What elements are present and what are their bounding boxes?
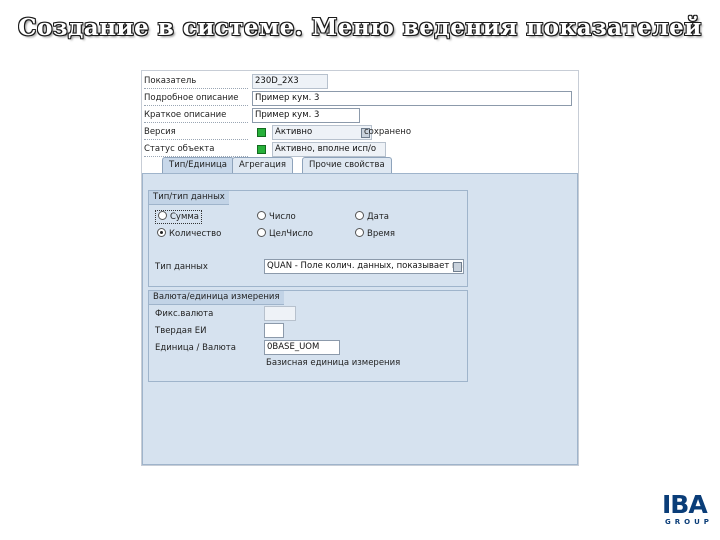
long-description-field[interactable]: Пример кум. 3 <box>252 91 572 106</box>
object-status-field[interactable]: Активно, вполне исп/о <box>272 142 386 157</box>
radio-integer[interactable]: ЦелЧисло <box>257 228 313 240</box>
radio-number[interactable]: Число <box>257 211 296 223</box>
unit-currency-description: Базисная единица измерения <box>266 358 401 368</box>
fixed-unit-field[interactable] <box>264 323 284 338</box>
indicator-label: Показатель <box>144 74 248 89</box>
tab-content-panel: Тип/тип данных Сумма Число Дата Количест… <box>142 173 578 465</box>
group-data-type: Тип/тип данных Сумма Число Дата Количест… <box>148 190 468 287</box>
row-object-status: Статус объекта Активно, вполне исп/о <box>142 141 578 157</box>
fixed-currency-label: Фикс.валюта <box>155 309 214 319</box>
version-label: Версия <box>144 125 248 140</box>
row-version: Версия Активно сохранено <box>142 124 578 140</box>
group-currency-unit: Валюта/единица измерения Фикс.валюта Тве… <box>148 290 468 382</box>
logo-text-small: GROUP <box>665 518 713 526</box>
unit-currency-field[interactable]: 0BASE_UOM <box>264 340 340 355</box>
group-data-type-title: Тип/тип данных <box>149 191 229 205</box>
short-description-field[interactable]: Пример кум. 3 <box>252 108 360 123</box>
iba-group-logo: IBA GROUP <box>662 492 714 532</box>
radio-date-label: Дата <box>367 212 390 222</box>
long-description-label: Подробное описание <box>144 91 248 106</box>
data-type-label: Тип данных <box>155 262 208 272</box>
radio-integer-circle <box>257 228 266 237</box>
radio-time-circle <box>355 228 364 237</box>
tab-type-unit[interactable]: Тип/Единица <box>162 157 234 173</box>
radio-number-label: Число <box>269 212 296 222</box>
radio-quantity-label: Количество <box>169 229 222 239</box>
object-status-label: Статус объекта <box>144 142 248 157</box>
fixed-unit-label: Твердая ЕИ <box>155 326 207 336</box>
data-type-dropdown-icon[interactable] <box>453 262 462 272</box>
group-currency-unit-title: Валюта/единица измерения <box>149 291 284 305</box>
row-indicator: Показатель 230D_2X3 <box>142 73 578 89</box>
radio-date-circle <box>355 211 364 220</box>
version-value: Активно <box>275 127 313 137</box>
radio-amount[interactable]: Сумма <box>155 210 202 224</box>
logo-text-big: IBA <box>662 490 708 519</box>
data-type-value: QUAN - Поле колич. данных, показывает на <box>267 261 463 271</box>
radio-number-circle <box>257 211 266 220</box>
object-status-icon <box>257 145 266 154</box>
indicator-field[interactable]: 230D_2X3 <box>252 74 328 89</box>
radio-quantity[interactable]: Количество <box>157 228 221 240</box>
radio-amount-label: Сумма <box>170 212 199 222</box>
fixed-currency-field[interactable] <box>264 306 296 321</box>
unit-currency-label: Единица / Валюта <box>155 343 236 353</box>
short-description-label: Краткое описание <box>144 108 248 123</box>
tab-other-properties[interactable]: Прочие свойства <box>302 157 392 173</box>
radio-integer-label: ЦелЧисло <box>269 229 313 239</box>
radio-amount-circle <box>158 211 167 220</box>
radio-time[interactable]: Время <box>355 228 395 240</box>
radio-date[interactable]: Дата <box>355 211 389 223</box>
version-status-icon <box>257 128 266 137</box>
version-field[interactable]: Активно <box>272 125 372 140</box>
radio-time-label: Время <box>367 229 395 239</box>
row-long-description: Подробное описание Пример кум. 3 <box>142 90 578 106</box>
page-title: Создание в системе. Меню ведения показат… <box>18 14 702 41</box>
row-short-description: Краткое описание Пример кум. 3 <box>142 107 578 123</box>
version-saved-text: сохранено <box>364 127 412 137</box>
radio-quantity-circle <box>157 228 166 237</box>
sap-window: Показатель 230D_2X3 Подробное описание П… <box>141 70 579 466</box>
tab-aggregation[interactable]: Агрегация <box>232 157 294 173</box>
data-type-field[interactable]: QUAN - Поле колич. данных, показывает на <box>264 259 464 274</box>
